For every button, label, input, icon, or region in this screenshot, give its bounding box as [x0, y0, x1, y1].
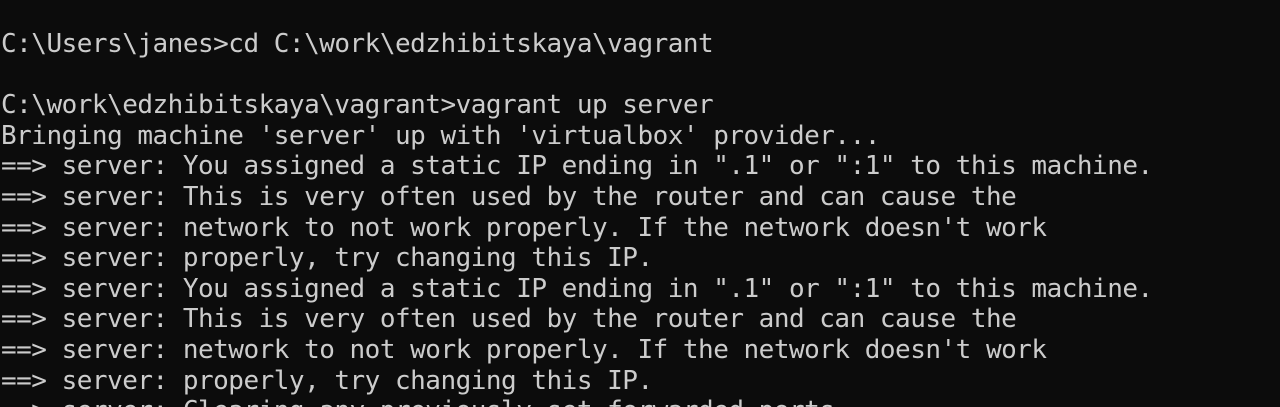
- terminal-line: ==> server: network to not work properly…: [1, 334, 1047, 365]
- terminal-line: ==> server: network to not work properly…: [1, 212, 1047, 243]
- terminal-line: C:\Users\janes>cd C:\work\edzhibitskaya\…: [1, 29, 714, 59]
- terminal-line: ==> server: This is very often used by t…: [1, 181, 1017, 212]
- terminal-window[interactable]: C:\Users\janes>cd C:\work\edzhibitskaya\…: [0, 0, 1280, 407]
- terminal-line: ==> server: You assigned a static IP end…: [1, 151, 1153, 182]
- terminal-line: ==> server: properly, try changing this …: [1, 243, 653, 274]
- terminal-line: ==> server: You assigned a static IP end…: [1, 273, 1153, 304]
- terminal-line: ==> server: properly, try changing this …: [1, 365, 653, 396]
- terminal-line: ==> server: Clearing any previously set …: [1, 396, 1280, 407]
- terminal-line: ==> server: This is very often used by t…: [1, 304, 1017, 335]
- terminal-line: C:\work\edzhibitskaya\vagrant>vagrant up…: [1, 90, 714, 121]
- terminal-line: Bringing machine 'server' up with 'virtu…: [1, 120, 880, 151]
